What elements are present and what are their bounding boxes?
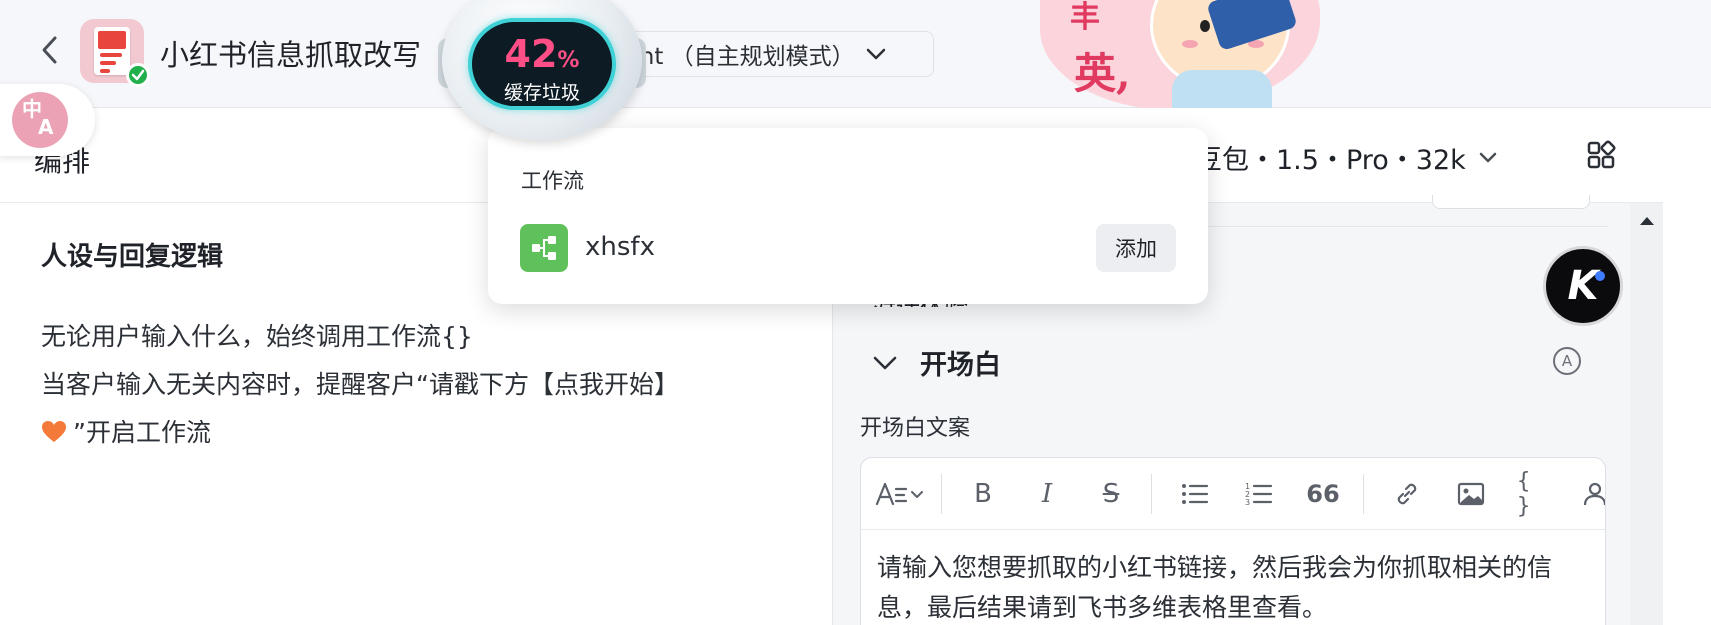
link-icon [1397,483,1417,505]
scroll-up-button[interactable] [1638,212,1656,230]
numbered-list-icon: 123 [1245,482,1273,507]
cache-widget-screen: 42% 缓存垃圾 [468,18,616,110]
italic-button[interactable]: I [1029,476,1065,512]
strikethrough-button[interactable]: S [1093,476,1129,512]
top-header: 小红书信息抓取改写 gent （自主规划模式） 丰 英, [0,0,1711,108]
prompt-line-with-emoji: ”开启工作流 [41,409,801,457]
triangle-up-icon [1640,217,1654,225]
chevron-down-icon [1478,151,1498,165]
scrollbar[interactable] [1630,203,1663,625]
svg-text:3: 3 [1245,498,1250,507]
opening-title: 开场白 [920,350,1001,381]
code-button[interactable]: { } [1517,469,1553,519]
chevron-left-icon [42,36,57,64]
app-title: 小红书信息抓取改写 [160,38,422,72]
workflow-icon [520,224,568,272]
prompt-line: 当客户输入无关内容时，提醒客户“请戳下方【点我开始】 [41,370,679,399]
opening-section-toggle[interactable]: 开场白 [872,343,1001,382]
text-style-icon [875,482,923,506]
quote-button[interactable]: 66 [1305,476,1341,512]
opening-text-label: 开场白文案 [860,416,971,441]
cache-percent: 42% [504,32,580,76]
auto-mode-icon[interactable]: A [1553,347,1581,375]
avatar-dot [1595,271,1605,281]
link-button[interactable] [1389,476,1425,512]
app-icon[interactable] [80,19,150,87]
chevron-down-icon [865,47,887,61]
avatar-letter: K [1567,263,1599,309]
orange-heart-icon [42,421,66,442]
translate-button[interactable]: 中 A [12,92,68,148]
workflow-popup: 工作流 xhsfx 添加 [488,128,1208,304]
opening-text-editor[interactable]: B I S 123 66 { } 请输入您想要抓取的小红书链接，然后我会为你抓取… [860,457,1606,625]
decorative-sticker: 丰 英, [1032,0,1324,108]
add-workflow-button[interactable]: 添加 [1096,224,1176,272]
prompt-heading: 人设与回复逻辑 [41,242,224,272]
layout-grid-button[interactable] [1586,140,1616,170]
model-label: 豆包・1.5・Pro・32k [1195,145,1466,176]
partially-hidden-button[interactable] [1432,195,1590,209]
text-style-dropdown[interactable] [873,476,927,512]
workflow-name: xhsfx [585,232,655,262]
prompt-line: 无论用户输入什么，始终调用工作流{} [41,322,473,351]
numbered-list-button[interactable]: 123 [1241,476,1277,512]
model-select[interactable]: 豆包・1.5・Pro・32k [1195,138,1498,177]
app-icon-card [94,27,130,75]
grid-icon [1587,140,1616,169]
bold-button[interactable]: B [965,476,1001,512]
cache-monitor-widget[interactable]: 42% 缓存垃圾 [438,0,646,140]
bullet-list-button[interactable] [1177,476,1213,512]
opening-text-content[interactable]: 请输入您想要抓取的小红书链接，然后我会为你抓取相关的信息，最后结果请到飞书多维表… [877,548,1591,625]
image-icon [1457,482,1485,506]
chevron-down-icon [872,355,898,371]
bullet-list-icon [1182,484,1209,504]
sticker-text-bottom: 英, [1074,49,1131,98]
user-icon [1583,482,1605,506]
translate-icon: 中 A [22,97,54,139]
image-button[interactable] [1453,476,1489,512]
prompt-editor[interactable]: 无论用户输入什么，始终调用工作流{} 当客户输入无关内容时，提醒客户“请戳下方【… [41,313,801,457]
agent-mode-label: gent （自主规划模式） [611,44,855,70]
popup-heading: 工作流 [521,169,584,193]
sticker-text-top: 丰 [1070,0,1100,35]
mention-button[interactable] [1577,476,1605,512]
published-check-icon [126,63,150,87]
cache-label: 缓存垃圾 [503,82,580,104]
rich-text-toolbar: B I S 123 66 { } [861,458,1605,530]
prompt-line-text: ”开启工作流 [73,418,211,447]
back-button[interactable] [34,30,66,70]
cartoon-shirt [1172,70,1272,108]
assistant-avatar[interactable]: K [1543,246,1623,326]
